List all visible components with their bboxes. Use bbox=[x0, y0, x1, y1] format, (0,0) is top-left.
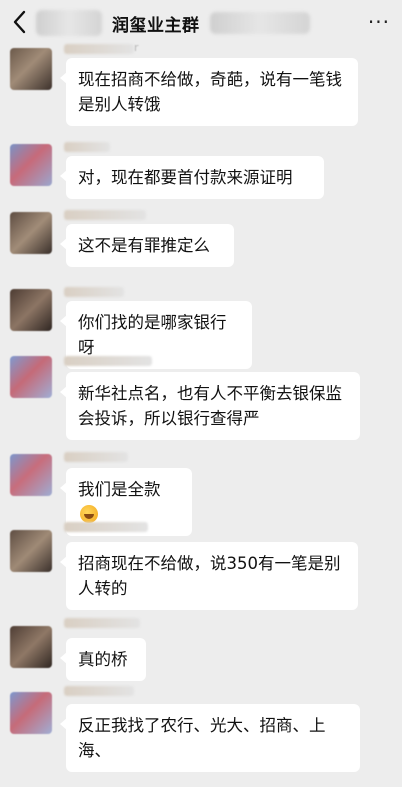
redacted-chip bbox=[36, 10, 102, 36]
sender-name bbox=[64, 356, 152, 366]
avatar[interactable] bbox=[10, 289, 52, 331]
message-bubble[interactable]: 真的桥 bbox=[60, 638, 146, 681]
message-bubble[interactable]: 这不是有罪推定么 bbox=[60, 224, 234, 267]
message-text: 我们是全款 bbox=[78, 480, 161, 499]
chat-header: 润玺业主群 ··· bbox=[0, 0, 402, 44]
message-bubble[interactable]: 现在招商不给做，奇葩，说有一笔钱是别人转饿 bbox=[60, 58, 358, 126]
sender-name bbox=[64, 618, 140, 628]
avatar[interactable] bbox=[10, 48, 52, 90]
redacted-chip bbox=[210, 12, 310, 34]
avatar[interactable] bbox=[10, 530, 52, 572]
message-bubble[interactable]: 招商现在不给做，说350有一笔是别人转的 bbox=[60, 542, 358, 610]
avatar[interactable] bbox=[10, 212, 52, 254]
more-options-icon[interactable]: ··· bbox=[368, 10, 390, 34]
avatar[interactable] bbox=[10, 626, 52, 668]
message-bubble[interactable]: 新华社点名，也有人不平衡去银保监会投诉，所以银行查得严 bbox=[60, 372, 360, 440]
sender-name-fragment: r bbox=[134, 41, 139, 54]
avatar[interactable] bbox=[10, 356, 52, 398]
sender-name bbox=[64, 210, 146, 220]
message-bubble[interactable]: 反正我找了农行、光大、招商、上海、 bbox=[60, 704, 360, 772]
sender-name bbox=[64, 142, 110, 152]
laughing-crying-icon bbox=[80, 505, 98, 523]
avatar[interactable] bbox=[10, 454, 52, 496]
sender-name bbox=[64, 522, 148, 532]
sender-name bbox=[64, 287, 124, 297]
chevron-left-icon[interactable] bbox=[10, 9, 32, 35]
sender-name bbox=[64, 44, 134, 54]
message-bubble[interactable]: 对，现在都要首付款来源证明 bbox=[60, 156, 324, 199]
sender-name bbox=[64, 452, 128, 462]
chat-title: 润玺业主群 bbox=[112, 16, 200, 36]
avatar[interactable] bbox=[10, 144, 52, 186]
sender-name bbox=[64, 686, 134, 696]
avatar[interactable] bbox=[10, 692, 52, 734]
